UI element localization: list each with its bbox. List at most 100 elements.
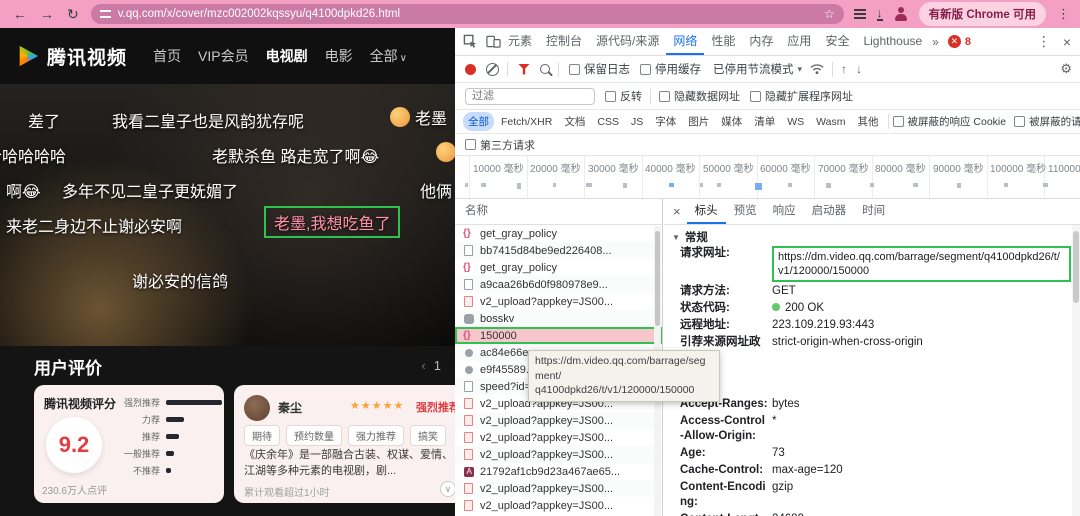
chip-all[interactable]: 全部 [463,112,494,131]
request-row[interactable]: v2_upload?appkey=JS00... [455,497,662,514]
address-bar[interactable]: v.qq.com/x/cover/mzc002002kqssyu/q4100dp… [90,4,844,24]
site-settings-icon[interactable] [99,10,111,18]
export-har-icon[interactable]: ↓ [856,62,862,76]
invert-checkbox[interactable]: 反转 [605,88,642,104]
chip-manifest[interactable]: 清单 [749,112,780,131]
chrome-update-badge[interactable]: 有新版 Chrome 可用 [918,2,1046,26]
chip-js[interactable]: JS [626,114,648,130]
request-row[interactable]: v2_upload?appkey=JS00... [455,293,662,310]
close-details-icon[interactable]: × [673,204,681,219]
chip-img[interactable]: 图片 [683,112,714,131]
details-scrollbar[interactable] [1072,225,1080,516]
request-row[interactable]: bb7415d84be9ed226408... [455,242,662,259]
filter-funnel-icon[interactable] [518,63,530,75]
tab-timing[interactable]: 时间 [854,199,893,224]
tag[interactable]: 强力推荐 [348,425,404,446]
chip-font[interactable]: 字体 [650,112,681,131]
request-row[interactable]: v2_upload?appkey=JS00... [455,429,662,446]
chip-other[interactable]: 其他 [853,112,884,131]
nav-tv-series[interactable]: 电视剧 [266,46,308,66]
blocked-requests-checkbox[interactable]: 被屏蔽的请求 [1014,114,1080,129]
request-row[interactable]: get_gray_policy [455,225,662,242]
search-icon[interactable] [540,64,550,74]
request-row[interactable]: v2_upload?appkey=JS00... [455,446,662,463]
hide-data-urls-checkbox[interactable]: 隐藏数据网址 [659,88,740,104]
more-tabs-icon[interactable]: » [929,35,942,49]
tab-memory[interactable]: 内存 [742,28,780,55]
request-row[interactable]: 21792af1cb9d23a467ae65... [455,463,662,480]
downloads-icon[interactable]: ↓ [876,7,883,21]
nav-all[interactable]: 全部 ∨ [370,46,407,66]
request-row[interactable]: a9caa26b6d0f980978e9... [455,276,662,293]
nav-vip[interactable]: VIP会员 [198,46,249,66]
devtools-menu-icon[interactable]: ⋮ [1037,33,1051,50]
chip-wasm[interactable]: Wasm [811,114,850,130]
tab-initiator[interactable]: 启动器 [804,199,855,224]
request-row[interactable]: get_gray_policy [455,259,662,276]
hide-extension-urls-checkbox[interactable]: 隐藏扩展程序网址 [750,88,853,104]
danmaku-comment: 谢必安的信鸽 [132,274,229,291]
inspect-element-icon[interactable] [463,34,478,49]
request-row[interactable]: v2_upload?appkey=JS00... [455,480,662,497]
tag[interactable]: 搞笑 [410,425,446,446]
timeline-activity-mark [755,183,762,190]
general-section-header[interactable]: ▼ 常规 [664,229,1071,245]
request-url-value[interactable]: https://dm.video.qq.com/barrage/segment/… [772,246,1071,282]
nav-home[interactable]: 首页 [153,46,181,66]
chip-media[interactable]: 媒体 [716,112,747,131]
forward-icon[interactable]: → [40,0,54,28]
disable-cache-checkbox[interactable]: 停用缓存 [640,61,701,77]
url-text[interactable]: v.qq.com/x/cover/mzc002002kqssyu/q4100dp… [118,8,400,20]
device-toolbar-icon[interactable] [486,34,501,49]
tab-response[interactable]: 响应 [765,199,804,224]
third-party-checkbox[interactable]: 第三方请求 [465,137,535,153]
bookmark-star-icon[interactable]: ☆ [824,7,835,21]
profile-icon[interactable] [894,7,908,21]
chevron-left-icon[interactable]: ‹ [421,358,425,373]
chip-doc[interactable]: 文档 [559,112,590,131]
video-player[interactable]: 差了 我看二皇子也是风韵犹存呢 老墨 哈哈哈哈哈 老默杀鱼 路走宽了啊😂 老 啊… [0,84,455,346]
reading-list-icon[interactable] [853,13,866,15]
refresh-icon[interactable]: ↻ [67,0,79,28]
devtools-close-icon[interactable]: × [1063,34,1071,50]
user-review-card[interactable]: 秦尘 ★★★★★ 强烈推荐 期待 预约数量 强力推荐 搞笑 《庆余年》是一部融合… [234,385,455,503]
tab-headers[interactable]: 标头 [687,199,726,224]
nav-movies[interactable]: 电影 [325,46,353,66]
tab-security[interactable]: 安全 [818,28,856,55]
request-row[interactable]: bosskv [455,310,662,327]
tab-sources[interactable]: 源代码/来源 [589,28,666,55]
network-settings-gear-icon[interactable]: ⚙ [1060,61,1072,77]
blocked-cookies-checkbox[interactable]: 被屏蔽的响应 Cookie [892,114,1006,129]
chip-css[interactable]: CSS [592,114,624,130]
request-row[interactable]: v2_upload?appkey=JS00... [455,412,662,429]
tab-application[interactable]: 应用 [780,28,818,55]
name-column-header[interactable]: 名称 [455,199,662,225]
timeline-activity-mark [1043,183,1048,187]
chip-ws[interactable]: WS [782,114,809,130]
clear-icon[interactable] [486,62,499,76]
tab-console[interactable]: 控制台 [539,28,589,55]
tab-performance[interactable]: 性能 [704,28,742,55]
tab-elements[interactable]: 元素 [501,28,539,55]
tag[interactable]: 期待 [244,425,280,446]
throttling-select[interactable]: 已停用节流模式 ▾ [713,61,802,77]
expand-icon[interactable]: ∨ [440,481,455,497]
tab-preview[interactable]: 预览 [726,199,765,224]
browser-menu-icon[interactable]: ⋮ [1057,6,1070,22]
network-conditions-icon[interactable] [810,63,824,75]
reviews-pager[interactable]: ‹ 1 [421,358,441,373]
tab-lighthouse[interactable]: Lighthouse [856,28,929,55]
tab-network[interactable]: 网络 [666,28,704,55]
back-icon[interactable]: ← [13,0,27,28]
chip-fetch-xhr[interactable]: Fetch/XHR [496,114,557,130]
record-icon[interactable] [465,63,476,75]
request-row-selected[interactable]: 150000 [455,327,662,344]
import-har-icon[interactable]: ↑ [841,62,847,76]
errors-badge[interactable]: ✕ 8 [947,35,971,48]
preserve-log-checkbox[interactable]: 保留日志 [569,61,630,77]
tag[interactable]: 预约数量 [286,425,342,446]
bar [166,400,222,405]
filter-input[interactable] [465,87,595,105]
network-overview-timeline[interactable]: 10000 毫秒 20000 毫秒 30000 毫秒 40000 毫秒 5000… [455,156,1080,199]
tencent-video-logo[interactable]: 腾讯视频 [16,43,127,70]
